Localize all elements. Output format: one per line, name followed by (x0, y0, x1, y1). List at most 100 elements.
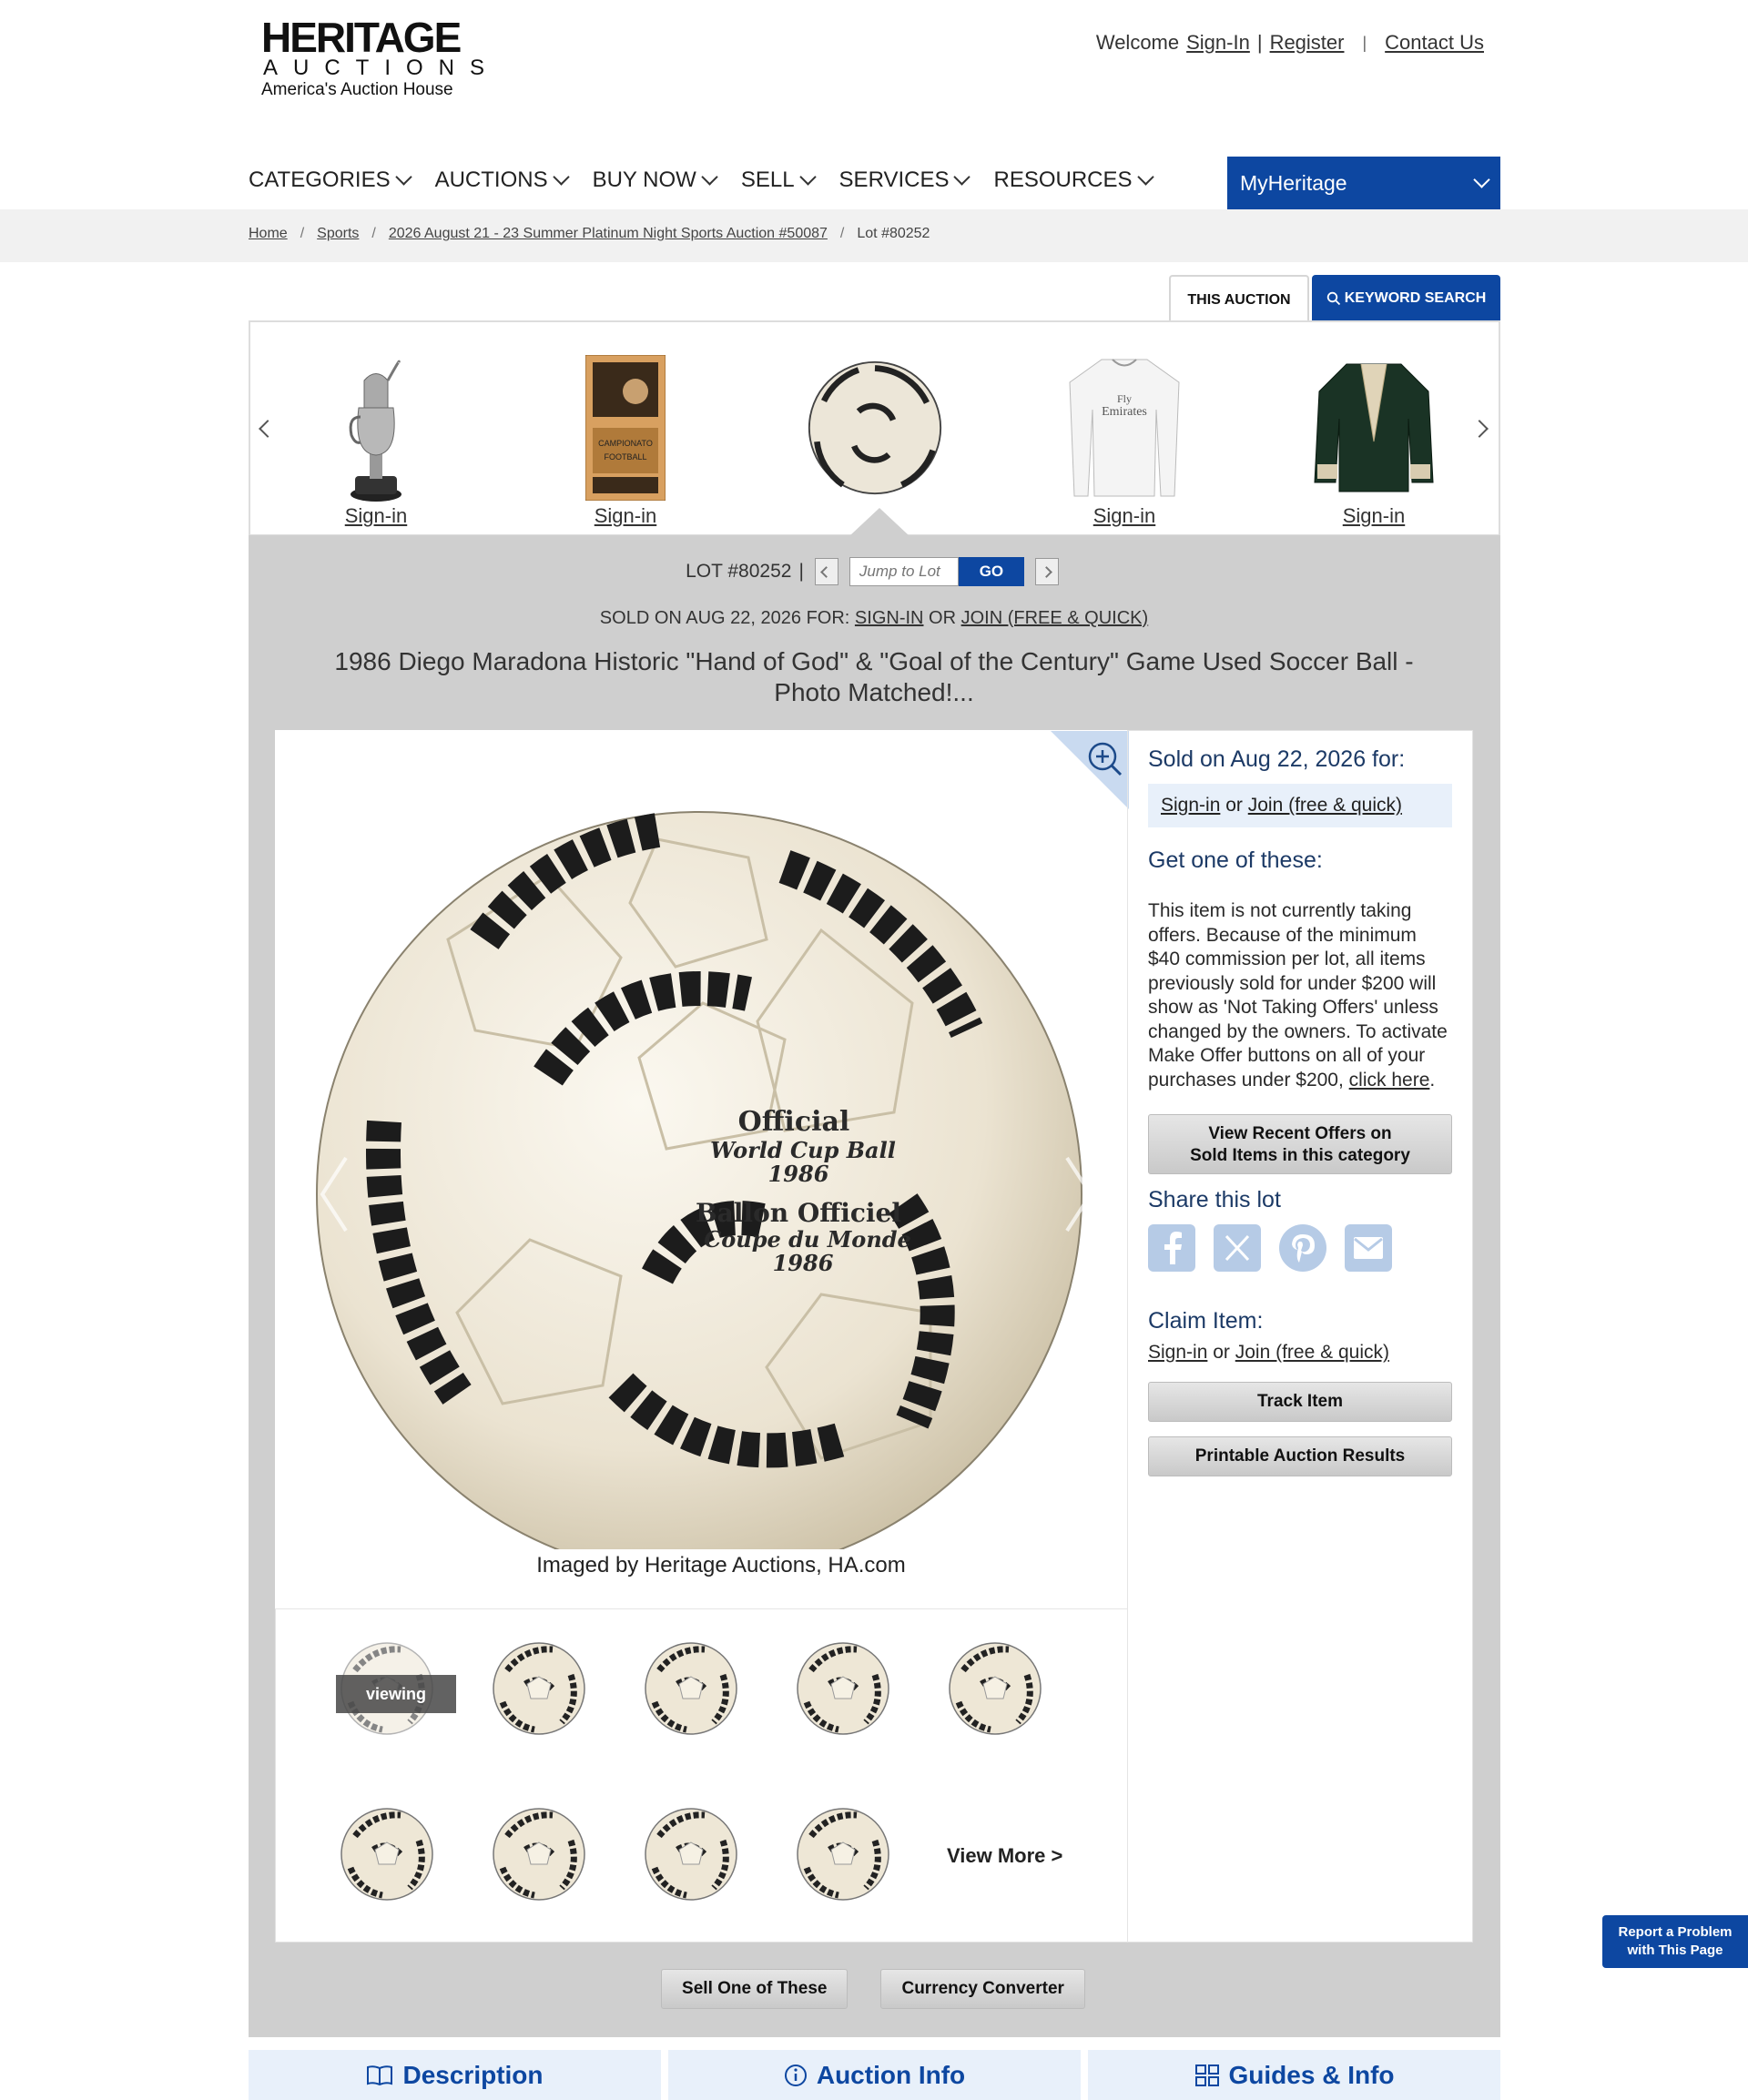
tab-guides-info[interactable]: Guides & Info (1088, 2050, 1500, 2100)
soccer-ball-icon (807, 355, 943, 501)
sold-join-link[interactable]: JOIN (FREE & QUICK) (961, 608, 1149, 628)
next-lot-button[interactable] (1034, 558, 1059, 585)
bottom-actions: Sell One of These Currency Converter (0, 1969, 1748, 2009)
get-one-heading: Get one of these: (1148, 847, 1323, 873)
chevron-down-icon (394, 167, 412, 186)
carousel-prev-icon[interactable] (259, 420, 277, 438)
jump-to-lot-input[interactable] (849, 557, 959, 586)
carousel-signin-link[interactable]: Sign-in (1306, 504, 1442, 528)
welcome-text: Welcome (1095, 31, 1180, 54)
breadcrumb-auction[interactable]: 2026 August 21 - 23 Summer Platinum Nigh… (389, 226, 828, 242)
signin-link[interactable]: Sign-in (1161, 795, 1220, 816)
x-icon[interactable] (1214, 1224, 1261, 1272)
lot-sidebar: Sold on Aug 22, 2026 for: Sign-in or Joi… (1148, 746, 1452, 1476)
tab-description[interactable]: Description (249, 2050, 661, 2100)
carousel-item[interactable]: Fly Emirates Sign-in (1056, 355, 1193, 528)
logo-tagline: America's Auction House (261, 80, 453, 99)
nav-label: CATEGORIES (249, 167, 391, 192)
image-thumbnail[interactable] (337, 1804, 437, 1904)
image-thumbnail[interactable] (489, 1804, 589, 1904)
image-thumbnail[interactable] (945, 1638, 1045, 1739)
keyword-search-label: KEYWORD SEARCH (1344, 290, 1487, 306)
or-text: or (1213, 1342, 1230, 1363)
nav-buy-now[interactable]: BUY NOW (592, 167, 718, 193)
image-thumbnail[interactable] (793, 1804, 893, 1904)
sold-heading: Sold on Aug 22, 2026 for: (1148, 746, 1406, 772)
myheritage-label: MyHeritage (1240, 170, 1347, 195)
carousel-item[interactable]: Sign-in (308, 355, 444, 528)
printable-results-button[interactable]: Printable Auction Results (1148, 1436, 1452, 1476)
view-more-link[interactable]: View More > (947, 1844, 1062, 1868)
sold-prefix: SOLD ON AUG 22, 2026 FOR: (599, 608, 850, 628)
currency-converter-button[interactable]: Currency Converter (880, 1969, 1085, 2009)
chevron-down-icon (798, 167, 817, 186)
carousel-item[interactable]: CAMPIONATO FOOTBALL Sign-in (557, 355, 694, 528)
soccer-ball-image[interactable]: Official World Cup Ball 1986 Ballon Offi… (275, 730, 1127, 1578)
myheritage-dropdown[interactable]: MyHeritage (1227, 157, 1500, 209)
zoom-in-icon[interactable] (1086, 740, 1123, 776)
nav-resources[interactable]: RESOURCES (993, 167, 1154, 193)
image-thumbnail[interactable] (641, 1638, 741, 1739)
track-item-button[interactable]: Track Item (1148, 1382, 1452, 1422)
join-link[interactable]: Join (free & quick) (1248, 795, 1402, 816)
nav-auctions[interactable]: AUCTIONS (435, 167, 570, 193)
report-problem-button[interactable]: Report a Problem with This Page (1602, 1915, 1748, 1968)
go-button[interactable]: GO (958, 557, 1024, 586)
share-icons (1148, 1224, 1452, 1272)
heritage-logo[interactable]: HERITAGE AUCTIONS America's Auction Hous… (261, 14, 484, 100)
claim-signin-row: Sign-in or Join (free & quick) (1148, 1342, 1452, 1364)
tab-auction-info[interactable]: Auction Info (668, 2050, 1081, 2100)
breadcrumb-current: Lot #80252 (857, 226, 930, 241)
vintage-poster-icon: CAMPIONATO FOOTBALL (557, 355, 694, 501)
contact-us-link[interactable]: Contact Us (1385, 31, 1484, 55)
carousel-next-icon[interactable] (1470, 420, 1489, 438)
tab-keyword-search[interactable]: KEYWORD SEARCH (1312, 275, 1500, 322)
ball-print-line: Ballon Officiel (696, 1198, 901, 1228)
claim-signin-link[interactable]: Sign-in (1148, 1342, 1207, 1363)
carousel-item[interactable]: Sign-in (1306, 355, 1442, 528)
svg-text:Fly: Fly (1117, 392, 1132, 405)
breadcrumb-sports[interactable]: Sports (317, 226, 359, 242)
register-link[interactable]: Register (1270, 31, 1345, 55)
nav-sell[interactable]: SELL (741, 167, 817, 193)
chevron-right-icon (1041, 565, 1053, 578)
green-jacket-icon (1306, 355, 1442, 501)
pipe-separator: | (798, 561, 804, 582)
carousel-signin-link[interactable]: Sign-in (557, 504, 694, 528)
claim-heading: Claim Item: (1148, 1308, 1264, 1334)
carousel-signin-link[interactable]: Sign-in (308, 504, 444, 528)
sign-in-link[interactable]: Sign-In (1186, 31, 1250, 55)
image-thumbnail[interactable] (793, 1638, 893, 1739)
ball-print-line: 1986 (773, 1250, 834, 1276)
image-thumbnail[interactable] (489, 1638, 589, 1739)
tab-this-auction[interactable]: THIS AUCTION (1169, 275, 1309, 322)
pinterest-icon[interactable] (1279, 1224, 1326, 1272)
prev-lot-button[interactable] (814, 558, 838, 585)
view-recent-offers-button[interactable]: View Recent Offers on Sold Items in this… (1148, 1114, 1452, 1174)
chevron-down-icon (552, 167, 570, 186)
divider (1127, 730, 1128, 1943)
main-image-area[interactable]: Official World Cup Ball 1986 Ballon Offi… (275, 730, 1127, 1608)
nav-services[interactable]: SERVICES (839, 167, 971, 193)
search-icon (1326, 291, 1340, 306)
breadcrumb-separator: / (371, 226, 376, 241)
facebook-icon[interactable] (1148, 1224, 1195, 1272)
email-icon[interactable] (1345, 1224, 1392, 1272)
current-item-pointer (850, 508, 909, 535)
claim-join-link[interactable]: Join (free & quick) (1235, 1342, 1389, 1363)
svg-text:CAMPIONATO: CAMPIONATO (598, 439, 653, 448)
click-here-link[interactable]: click here (1349, 1070, 1430, 1091)
sold-signin-link[interactable]: SIGN-IN (855, 608, 924, 628)
sell-one-button[interactable]: Sell One of These (661, 1969, 849, 2009)
logo-wordmark: HERITAGE (261, 14, 462, 61)
image-caption: Imaged by Heritage Auctions, HA.com (536, 1553, 906, 1578)
chevron-left-icon (820, 565, 833, 578)
carousel-item-current[interactable] (807, 355, 943, 504)
carousel-signin-link[interactable]: Sign-in (1056, 504, 1193, 528)
svg-text:Emirates: Emirates (1102, 405, 1147, 419)
tab-label: Guides & Info (1228, 2060, 1395, 2089)
image-thumbnail[interactable] (641, 1804, 741, 1904)
nav-label: BUY NOW (592, 167, 696, 192)
nav-categories[interactable]: CATEGORIES (249, 167, 412, 193)
breadcrumb-home[interactable]: Home (249, 226, 288, 242)
